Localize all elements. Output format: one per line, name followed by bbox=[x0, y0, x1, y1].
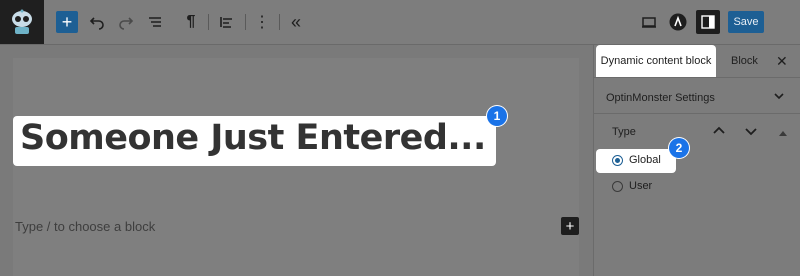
post-heading[interactable]: Someone Just Entered... bbox=[20, 118, 486, 158]
more-vertical-icon: ⋮ bbox=[254, 14, 270, 31]
list-view-button[interactable] bbox=[144, 11, 166, 33]
toolbar-divider bbox=[245, 14, 246, 30]
move-down-button[interactable] bbox=[745, 125, 757, 140]
close-icon: ✕ bbox=[776, 53, 788, 69]
undo-button[interactable] bbox=[86, 11, 108, 33]
collapse-toolbar-button[interactable]: « bbox=[285, 11, 307, 33]
more-options-button[interactable]: ⋮ bbox=[251, 11, 273, 33]
robot-logo-icon bbox=[12, 9, 32, 34]
user-radio-label[interactable]: User bbox=[629, 180, 652, 192]
sidebar-settings-icon bbox=[701, 15, 715, 29]
step-badge-1: 1 bbox=[487, 106, 507, 126]
toolbar-divider bbox=[208, 14, 209, 30]
step-badge-2: 2 bbox=[669, 138, 689, 158]
close-sidebar-button[interactable]: ✕ bbox=[776, 53, 788, 70]
list-view-icon bbox=[149, 17, 161, 27]
chevron-down-icon bbox=[745, 128, 757, 136]
divider bbox=[594, 77, 800, 78]
move-up-button[interactable] bbox=[713, 125, 725, 140]
block-inserter-button[interactable]: + bbox=[561, 217, 579, 235]
align-left-icon bbox=[220, 17, 232, 28]
settings-toggle-button[interactable] bbox=[696, 10, 720, 34]
plus-icon: + bbox=[565, 217, 575, 235]
divider bbox=[594, 113, 800, 114]
block-placeholder[interactable]: Type / to choose a block bbox=[15, 219, 155, 234]
paragraph-button[interactable]: ¶ bbox=[180, 11, 202, 33]
site-logo[interactable] bbox=[0, 0, 44, 44]
align-button[interactable] bbox=[216, 11, 238, 33]
plugin-button[interactable] bbox=[667, 11, 689, 33]
global-radio-label[interactable]: Global bbox=[629, 154, 661, 166]
type-label: Type bbox=[612, 126, 636, 138]
chevron-up-icon bbox=[713, 126, 725, 134]
user-radio[interactable] bbox=[612, 181, 623, 192]
preview-button[interactable] bbox=[638, 11, 660, 33]
chevron-down-icon[interactable] bbox=[774, 90, 784, 104]
toolbar-divider bbox=[279, 14, 280, 30]
redo-icon bbox=[119, 17, 134, 30]
editor-canvas bbox=[13, 58, 579, 276]
chevrons-left-icon: « bbox=[290, 11, 301, 32]
desktop-preview-icon bbox=[642, 17, 656, 28]
undo-icon bbox=[89, 17, 104, 30]
global-radio[interactable] bbox=[612, 155, 623, 166]
panel-title[interactable]: OptinMonster Settings bbox=[606, 92, 715, 104]
add-block-button[interactable]: + bbox=[56, 11, 78, 33]
plugin-logo-icon bbox=[669, 13, 687, 31]
collapse-type-button[interactable] bbox=[779, 127, 787, 141]
redo-button[interactable] bbox=[115, 11, 137, 33]
tab-block[interactable]: Block bbox=[731, 55, 758, 67]
plus-icon: + bbox=[61, 12, 73, 32]
save-button[interactable]: Save bbox=[728, 11, 764, 33]
tab-dynamic-content-block[interactable]: Dynamic content block bbox=[596, 45, 716, 77]
caret-up-icon bbox=[779, 131, 787, 136]
paragraph-icon: ¶ bbox=[186, 13, 196, 30]
